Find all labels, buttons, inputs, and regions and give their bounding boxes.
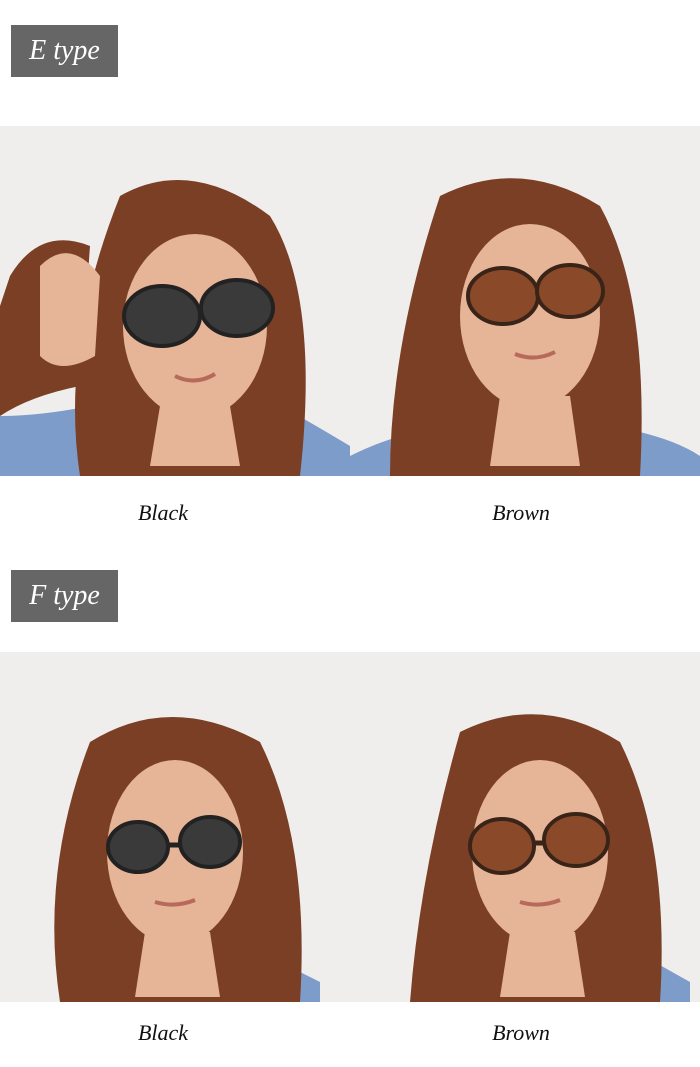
- photo-e-type-brown: [350, 126, 700, 476]
- photo-row-e-type: [0, 126, 700, 476]
- caption-f-type-brown: Brown: [492, 1020, 550, 1045]
- section-label-e-type: E type: [11, 25, 118, 77]
- section-label-f-type: F type: [11, 570, 118, 622]
- model-photo: [350, 652, 700, 1002]
- model-photo: [350, 126, 700, 476]
- photo-row-f-type: [0, 652, 700, 1002]
- photo-f-type-brown: [350, 652, 700, 1002]
- model-photo: [0, 652, 350, 1002]
- photo-f-type-black: [0, 652, 350, 1002]
- caption-e-type-brown: Brown: [492, 500, 550, 525]
- caption-e-type-black: Black: [137, 500, 189, 525]
- caption-f-type-black: Black: [137, 1020, 189, 1045]
- photo-e-type-black: [0, 126, 350, 476]
- model-photo: [0, 126, 350, 476]
